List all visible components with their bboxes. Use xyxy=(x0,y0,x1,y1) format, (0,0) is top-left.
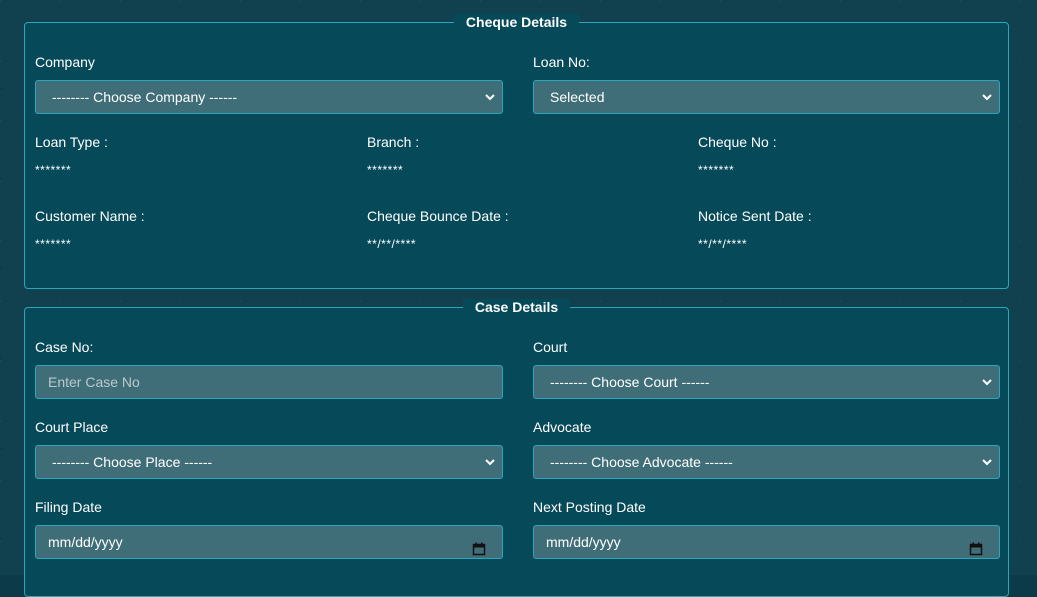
customer-name-value: ******* xyxy=(35,237,72,251)
company-select-value: -------- Choose Company ------ xyxy=(52,89,238,105)
advocate-label: Advocate xyxy=(533,419,592,435)
notice-sent-date-value: **/**/**** xyxy=(698,237,748,251)
chevron-down-icon xyxy=(485,81,495,113)
filing-date-label: Filing Date xyxy=(35,499,102,515)
calendar-icon[interactable] xyxy=(969,535,983,556)
chevron-down-icon xyxy=(982,81,992,113)
cheque-no-value: ******* xyxy=(698,163,735,177)
court-place-label: Court Place xyxy=(35,419,109,435)
next-posting-date-label: Next Posting Date xyxy=(533,499,646,515)
court-select[interactable]: -------- Choose Court ------ xyxy=(533,365,1000,399)
cheque-bounce-date-value: **/**/**** xyxy=(367,237,417,251)
filing-date-input[interactable]: mm/dd/yyyy xyxy=(35,525,503,559)
chevron-down-icon xyxy=(982,446,992,478)
cheque-details-legend: Cheque Details xyxy=(25,12,1008,32)
filing-date-value: mm/dd/yyyy xyxy=(48,534,123,550)
case-no-placeholder: Enter Case No xyxy=(48,374,140,390)
chevron-down-icon xyxy=(982,366,992,398)
chevron-down-icon xyxy=(485,446,495,478)
case-details-legend: Case Details xyxy=(25,297,1008,317)
loan-no-label: Loan No: xyxy=(533,54,590,70)
advocate-select[interactable]: -------- Choose Advocate ------ xyxy=(533,445,1000,479)
calendar-icon[interactable] xyxy=(472,535,486,556)
loan-type-value: ******* xyxy=(35,163,72,177)
court-place-select[interactable]: -------- Choose Place ------ xyxy=(35,445,503,479)
branch-label: Branch : xyxy=(367,134,420,150)
case-details-section: Case Details Case No: Enter Case No Cour… xyxy=(24,299,1009,597)
case-no-input[interactable]: Enter Case No xyxy=(35,365,503,399)
notice-sent-date-label: Notice Sent Date : xyxy=(698,208,812,224)
cheque-bounce-date-label: Cheque Bounce Date : xyxy=(367,208,509,224)
cheque-details-section: Cheque Details Company -------- Choose C… xyxy=(24,14,1009,289)
customer-name-label: Customer Name : xyxy=(35,208,145,224)
branch-value: ******* xyxy=(367,163,404,177)
court-place-select-value: -------- Choose Place ------ xyxy=(52,454,213,470)
court-label: Court xyxy=(533,339,568,355)
cheque-no-label: Cheque No : xyxy=(698,134,777,150)
loan-no-select[interactable]: Selected xyxy=(533,80,1000,114)
court-select-value: -------- Choose Court ------ xyxy=(550,374,710,390)
advocate-select-value: -------- Choose Advocate ------ xyxy=(550,454,733,470)
company-select[interactable]: -------- Choose Company ------ xyxy=(35,80,503,114)
loan-type-label: Loan Type : xyxy=(35,134,108,150)
next-posting-date-value: mm/dd/yyyy xyxy=(546,534,621,550)
company-label: Company xyxy=(35,54,95,70)
case-no-label: Case No: xyxy=(35,339,94,355)
next-posting-date-input[interactable]: mm/dd/yyyy xyxy=(533,525,1000,559)
loan-no-select-value: Selected xyxy=(550,89,605,105)
